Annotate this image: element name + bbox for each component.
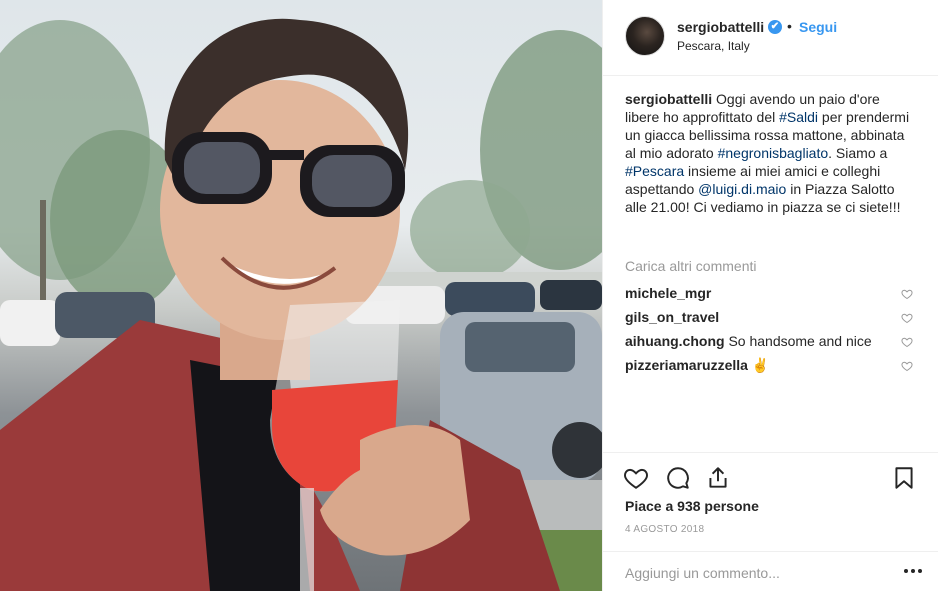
share-icon[interactable]: [705, 465, 731, 491]
verified-badge-icon: ✔: [768, 20, 782, 34]
separator-dot: •: [787, 18, 792, 34]
likes-count[interactable]: Piace a 938 persone: [625, 498, 759, 514]
bookmark-icon[interactable]: [891, 465, 917, 491]
post-username[interactable]: sergiobattelli: [677, 19, 764, 35]
comment-username[interactable]: gils_on_travel: [625, 309, 719, 325]
comment-text: ✌: [747, 357, 770, 373]
small-heart-icon[interactable]: [901, 312, 913, 324]
hashtag-link[interactable]: #negronisbagliato: [718, 145, 829, 161]
small-heart-icon[interactable]: [901, 288, 913, 300]
small-heart-icon[interactable]: [901, 336, 913, 348]
hashtag-link[interactable]: #Saldi: [779, 109, 818, 125]
heart-icon[interactable]: [623, 465, 649, 491]
comment-text: So handsome and nice: [724, 333, 872, 349]
caption-username[interactable]: sergiobattelli: [625, 91, 712, 107]
post-caption: sergiobattelli Oggi avendo un paio d'ore…: [625, 90, 915, 216]
post-details-panel: sergiobattelli ✔ • Segui Pescara, Italy …: [602, 0, 938, 591]
comment-item: gils_on_travel: [625, 309, 915, 327]
post-location[interactable]: Pescara, Italy: [677, 39, 750, 53]
comment-item: michele_mgr: [625, 285, 915, 303]
caption-text: . Siamo a: [828, 145, 888, 161]
small-heart-icon[interactable]: [901, 360, 913, 372]
add-comment-bar: [603, 551, 938, 591]
load-more-comments-button[interactable]: Carica altri commenti: [625, 258, 756, 274]
avatar[interactable]: [625, 16, 665, 56]
post-header: sergiobattelli ✔ • Segui Pescara, Italy: [603, 0, 938, 76]
post-actions-bar: [603, 452, 938, 502]
mention-link[interactable]: @luigi.di.maio: [698, 181, 786, 197]
comment-input[interactable]: [625, 562, 885, 584]
more-options-icon[interactable]: [903, 564, 923, 578]
comment-username[interactable]: aihuang.chong: [625, 333, 725, 349]
comment-item: pizzeriamaruzzella ✌: [625, 357, 915, 375]
comment-username[interactable]: michele_mgr: [625, 285, 711, 301]
post-photo[interactable]: [0, 0, 602, 591]
comment-bubble-icon[interactable]: [665, 465, 691, 491]
comment-username[interactable]: pizzeriamaruzzella: [625, 357, 748, 373]
comment-item: aihuang.chong So handsome and nice: [625, 333, 915, 351]
post-date[interactable]: 4 AGOSTO 2018: [625, 524, 704, 535]
hashtag-link[interactable]: #Pescara: [625, 163, 684, 179]
follow-button[interactable]: Segui: [799, 19, 837, 35]
selfie-illustration: [0, 18, 602, 591]
